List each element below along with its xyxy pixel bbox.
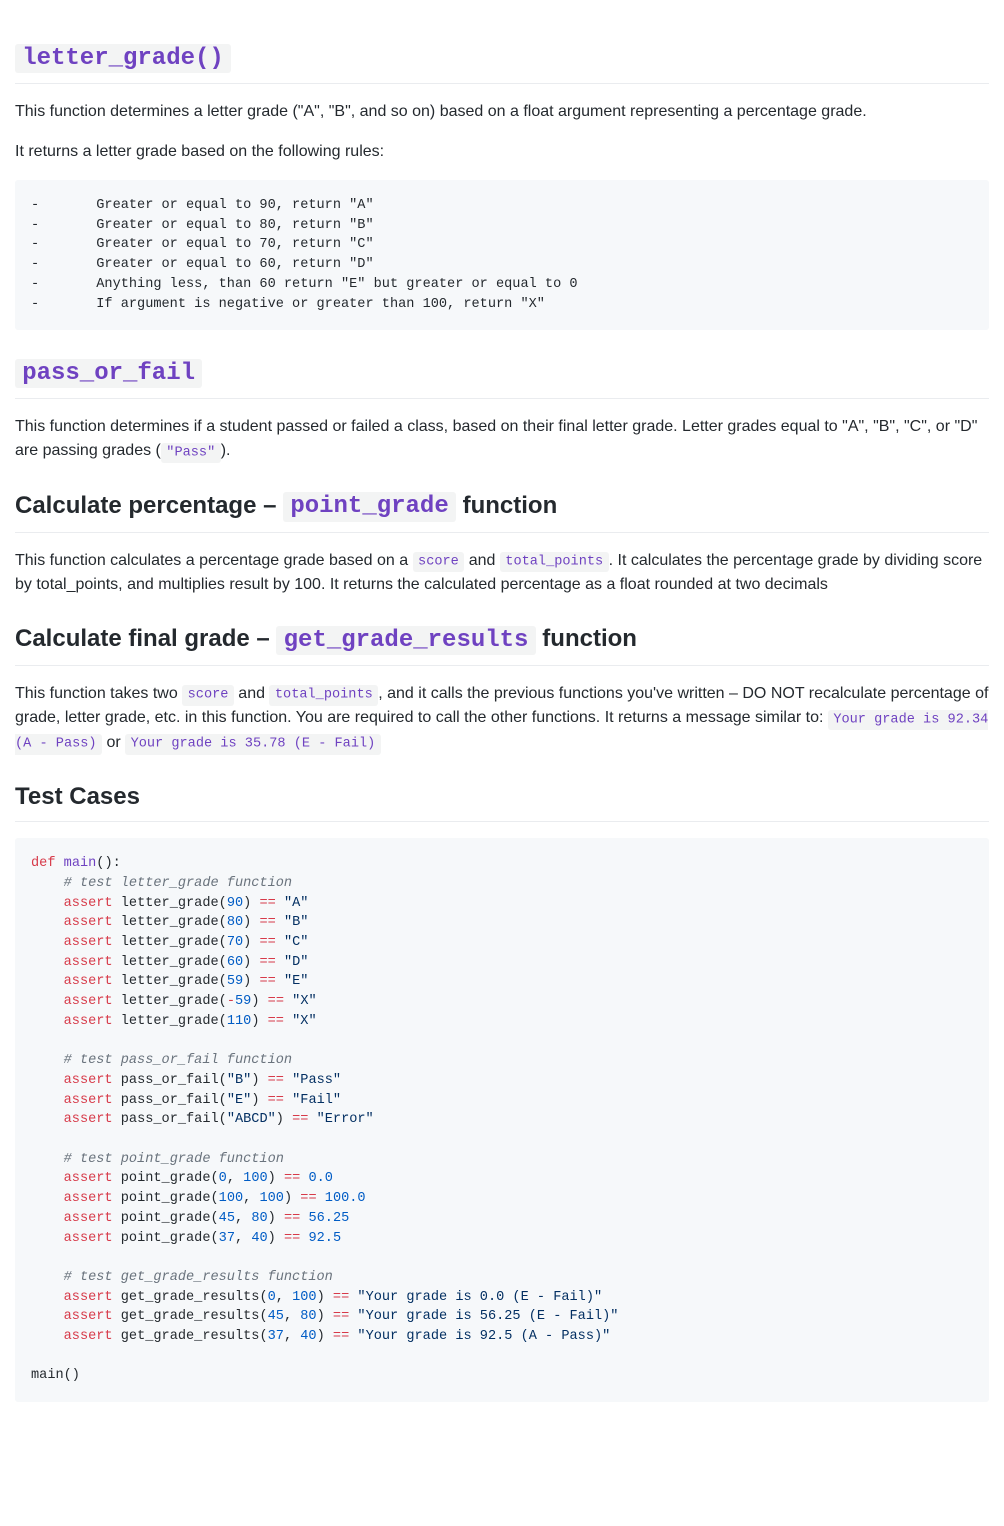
text: and (234, 685, 270, 702)
heading-code: pass_or_fail (15, 359, 202, 388)
heading-text: function (536, 625, 637, 652)
heading-code: point_grade (283, 492, 456, 521)
text: or (102, 734, 125, 751)
paragraph: This function determines a letter grade … (15, 100, 989, 124)
text: ). (221, 442, 231, 459)
heading-get-grade-results: Calculate final grade – get_grade_result… (15, 621, 989, 666)
inline-code: total_points (500, 552, 609, 572)
text: This function calculates a percentage gr… (15, 552, 413, 569)
heading-code: letter_grade() (15, 44, 231, 73)
heading-text: Calculate percentage – (15, 492, 283, 519)
heading-letter-grade: letter_grade() (15, 39, 989, 84)
paragraph: It returns a letter grade based on the f… (15, 140, 989, 164)
inline-code: score (182, 685, 234, 705)
heading-test-cases: Test Cases (15, 779, 989, 822)
heading-text: Calculate final grade – (15, 625, 276, 652)
heading-text: function (456, 492, 557, 519)
heading-pass-or-fail: pass_or_fail (15, 354, 989, 399)
test-cases-code-block: def main(): # test letter_grade function… (15, 838, 989, 1402)
heading-point-grade: Calculate percentage – point_grade funct… (15, 488, 989, 533)
rules-code-block: - Greater or equal to 90, return "A" - G… (15, 180, 989, 330)
paragraph: This function calculates a percentage gr… (15, 549, 989, 597)
text: This function takes two (15, 685, 182, 702)
inline-code: score (413, 552, 465, 572)
inline-code: Your grade is 35.78 (E - Fail) (125, 734, 381, 754)
text: This function determines if a student pa… (15, 418, 977, 459)
paragraph: This function takes two score and total_… (15, 682, 989, 755)
inline-code: total_points (269, 685, 378, 705)
heading-code: get_grade_results (276, 626, 535, 655)
inline-code: "Pass" (161, 443, 221, 463)
text: and (464, 552, 500, 569)
paragraph: This function determines if a student pa… (15, 415, 989, 463)
